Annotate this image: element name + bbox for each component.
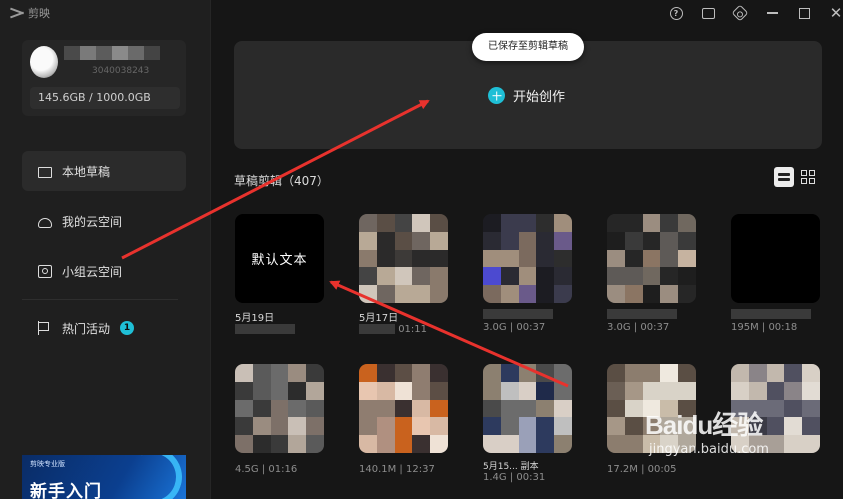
draft-info: 3.0G | 00:37	[483, 322, 546, 333]
draft-meta: 140.1M | 12:37	[359, 464, 451, 490]
draft-thumbnail[interactable]	[607, 214, 696, 303]
draft-info: 195M | 00:18	[731, 322, 798, 333]
draft-meta: 5月15... 副本 1.4G | 00:31	[483, 459, 575, 485]
redacted-text	[483, 309, 553, 319]
redacted-text	[607, 309, 677, 319]
sidebar-item-label: 热门活动	[62, 321, 111, 336]
draft-meta: 5月19日	[235, 309, 327, 335]
pixelated-preview	[483, 214, 572, 303]
baidu-watermark: Baidu经验 jingyan.baidu.com	[645, 405, 769, 457]
feedback-button[interactable]	[692, 3, 724, 23]
sidebar-item-label: 我的云空间	[62, 214, 123, 229]
draft-thumbnail[interactable]	[359, 364, 448, 453]
storage-usage: 145.6GB / 1000.0GB	[30, 87, 180, 109]
user-card[interactable]: 3040038243 145.6GB / 1000.0GB	[22, 40, 186, 116]
watermark-brand: Baidu经验	[645, 410, 763, 440]
pixelated-preview	[235, 364, 324, 453]
redacted-text	[359, 324, 395, 334]
capcut-logo-icon	[10, 8, 24, 18]
notification-badge: 1	[120, 321, 135, 335]
close-button[interactable]: ✕	[820, 3, 843, 23]
gear-icon	[731, 4, 749, 22]
maximize-icon	[798, 7, 810, 19]
settings-button[interactable]	[724, 3, 756, 23]
drafts-section-title: 草稿剪辑（407）	[234, 174, 329, 188]
view-toggle	[774, 167, 818, 187]
sidebar-item-local-drafts[interactable]: 本地草稿	[22, 151, 186, 191]
pixelated-preview	[483, 364, 572, 453]
start-creation-button[interactable]: 开始创作	[488, 86, 565, 105]
minimize-icon	[766, 12, 778, 14]
draft-thumbnail[interactable]	[359, 214, 448, 303]
draft-thumbnail[interactable]	[483, 214, 572, 303]
user-name-masked	[64, 46, 160, 60]
sidebar-item-label: 小组云空间	[62, 264, 123, 279]
sidebar-divider	[22, 299, 178, 300]
pixelated-preview	[359, 364, 448, 453]
draft-thumbnail[interactable]	[483, 364, 572, 453]
draft-info: 4.5G | 01:16	[235, 464, 298, 475]
help-icon: ?	[669, 6, 683, 20]
draft-info: 17.2M | 00:05	[607, 464, 677, 475]
list-view-button[interactable]	[774, 167, 794, 187]
draft-date: 5月15... 副本	[483, 462, 539, 472]
app-title: 剪映	[28, 7, 50, 20]
draft-info: 1.4G | 00:31	[483, 472, 546, 483]
grid-view-button[interactable]	[798, 167, 818, 187]
sidebar-item-hot-events[interactable]: 热门活动 1	[22, 308, 186, 348]
draft-thumbnail[interactable]: 默认文本	[235, 214, 324, 303]
cloud-icon	[38, 217, 52, 228]
draft-date: 5月17日	[359, 313, 399, 324]
beginner-guide-banner[interactable]: 剪映专业版 新手入门	[22, 455, 186, 499]
sidebar-item-label: 本地草稿	[62, 164, 111, 179]
saved-toast: 已保存至剪辑草稿	[472, 33, 584, 61]
promo-swoosh-graphic	[113, 455, 186, 499]
pixelated-preview	[359, 214, 448, 303]
draft-info: 140.1M | 12:37	[359, 464, 435, 475]
draft-thumbnail[interactable]	[235, 364, 324, 453]
promo-title: 新手入门	[30, 482, 102, 499]
draft-thumb-text: 默认文本	[251, 253, 308, 268]
promo-brand: 剪映专业版	[30, 460, 65, 468]
folder-icon	[38, 166, 52, 178]
draft-meta: 195M | 00:18	[731, 309, 823, 335]
window-controls: ? ✕	[660, 3, 843, 23]
draft-meta: 4.5G | 01:16	[235, 464, 327, 490]
draft-info: 01:11	[398, 324, 428, 335]
draft-thumbnail[interactable]	[731, 214, 820, 303]
feedback-icon	[701, 7, 715, 19]
plus-icon	[488, 87, 505, 104]
sidebar: 剪映 3040038243 145.6GB / 1000.0GB 本地草稿 我的…	[0, 0, 211, 499]
sidebar-item-my-cloud[interactable]: 我的云空间	[22, 201, 186, 241]
start-creation-label: 开始创作	[513, 90, 566, 105]
draft-meta: 3.0G | 00:37	[483, 309, 575, 335]
user-id: 3040038243	[92, 66, 150, 76]
app-logo: 剪映	[10, 5, 50, 21]
close-icon: ✕	[829, 4, 843, 22]
group-space-icon	[38, 264, 52, 278]
pixelated-preview	[607, 214, 696, 303]
flag-icon	[38, 321, 52, 335]
help-button[interactable]: ?	[660, 3, 692, 23]
sidebar-item-group-cloud[interactable]: 小组云空间	[22, 251, 186, 291]
draft-meta: 5月17日 01:11	[359, 309, 451, 335]
draft-meta: 17.2M | 00:05	[607, 464, 699, 490]
maximize-button[interactable]	[788, 3, 820, 23]
redacted-text	[235, 324, 295, 334]
minimize-button[interactable]	[756, 3, 788, 23]
redacted-text	[731, 309, 811, 319]
draft-meta: 3.0G | 00:37	[607, 309, 699, 335]
draft-info: 3.0G | 00:37	[607, 322, 670, 333]
draft-date: 5月19日	[235, 313, 275, 324]
avatar[interactable]	[30, 46, 58, 78]
watermark-url: jingyan.baidu.com	[649, 442, 769, 457]
